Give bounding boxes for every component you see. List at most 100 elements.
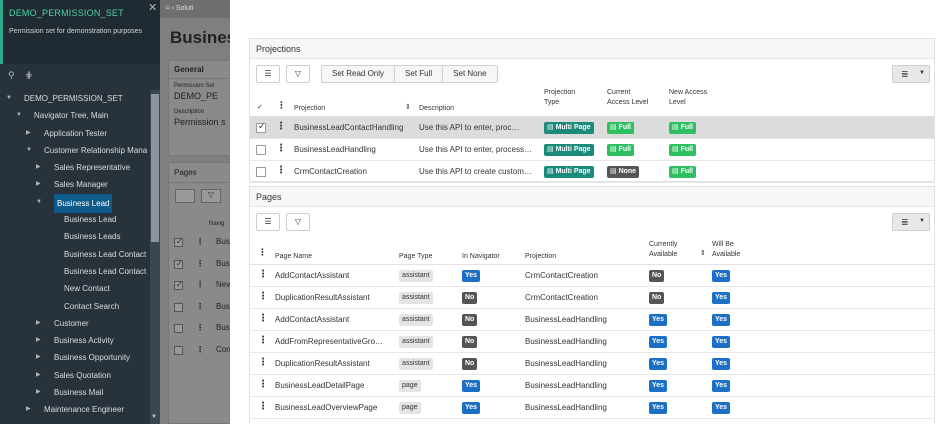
tree-node[interactable]: ▶ Sales Manager: [0, 176, 150, 193]
projection-column-header[interactable]: Projection: [294, 104, 325, 113]
sidebar-scrollbar[interactable]: ▼: [150, 90, 160, 424]
table-row[interactable]: ⋮ BusinessLeadOverviewPage page Yes Business…: [250, 397, 934, 419]
tree-node[interactable]: Business Lead Contact: [0, 246, 150, 263]
page-name-column-header[interactable]: Page Name: [275, 252, 312, 261]
new-access-badge[interactable]: ▤ Full: [669, 166, 697, 178]
chevron-right-icon[interactable]: ▶: [36, 384, 41, 401]
row-menu-icon[interactable]: ⋮: [258, 291, 268, 302]
will-be-available-header-2[interactable]: Available: [712, 250, 740, 259]
current-access-header-2[interactable]: Access Level: [607, 98, 648, 107]
set-none-button[interactable]: Set None: [442, 66, 496, 82]
list-icon[interactable]: [175, 189, 195, 203]
table-row[interactable]: ⋮ AddFromRepresentativeGro… assistant No Bus…: [250, 331, 934, 353]
column-menu-icon[interactable]: ⋮: [258, 248, 267, 257]
column-menu-icon[interactable]: ⋮: [277, 101, 286, 110]
list-icon[interactable]: ☰: [256, 213, 280, 231]
tree-node[interactable]: New Contact: [0, 280, 150, 297]
in-navigator-column-header[interactable]: In Navigator: [462, 252, 500, 261]
description-column-header[interactable]: Description: [419, 104, 454, 113]
tree-node[interactable]: ▼ Business Lead: [0, 193, 150, 214]
view-switcher[interactable]: ≣ ▼: [892, 213, 930, 231]
chevron-right-icon[interactable]: ▶: [36, 332, 41, 349]
chevron-right-icon[interactable]: ▶: [36, 349, 41, 366]
tree-node[interactable]: Business Leads: [0, 228, 150, 245]
table-row[interactable]: ⋮ AddContactAssistant assistant Yes CrmConta…: [250, 265, 934, 287]
scrollbar-thumb[interactable]: [151, 94, 159, 242]
projection-column-header[interactable]: Projection: [525, 252, 556, 261]
row-checkbox[interactable]: [174, 280, 183, 290]
table-row[interactable]: ⋮ BusinessLeadDetailPage page Yes BusinessLe…: [250, 375, 934, 397]
filter-icon[interactable]: ▽: [286, 65, 310, 83]
tree-node[interactable]: ▼ DEMO_PERMISSION_SET: [0, 90, 150, 107]
tree-node[interactable]: ▶ Sales Quotation: [0, 367, 150, 384]
row-menu-icon[interactable]: ⋮: [258, 335, 268, 346]
pin-icon[interactable]: ⚲: [8, 70, 15, 80]
table-row[interactable]: ⋮ DuplicationResultAssistant assistant No Bu…: [250, 353, 934, 375]
row-menu-icon[interactable]: ⋮: [196, 323, 204, 332]
filter-icon[interactable]: ▽: [286, 213, 310, 231]
tree-node[interactable]: ▶ Business Mail: [0, 384, 150, 401]
currently-available-header-1[interactable]: Currently: [649, 240, 677, 249]
filter-icon[interactable]: ▽: [201, 189, 221, 203]
tree-node[interactable]: ▶ Business Opportunity: [0, 349, 150, 366]
row-checkbox[interactable]: [256, 121, 266, 133]
row-menu-icon[interactable]: ⋮: [258, 379, 268, 390]
tree-node[interactable]: Business Lead: [0, 211, 150, 228]
tree-node[interactable]: ▼ Navigator Tree, Main: [0, 107, 150, 124]
row-checkbox[interactable]: [174, 302, 183, 312]
row-menu-icon[interactable]: ⋮: [258, 357, 268, 368]
view-switcher[interactable]: ≣ ▼: [892, 65, 930, 83]
chevron-right-icon[interactable]: ▶: [26, 401, 31, 418]
close-icon[interactable]: ✕: [148, 1, 157, 14]
will-be-available-header-1[interactable]: Will Be: [712, 240, 734, 249]
table-row[interactable]: ⋮ AddContactAssistant assistant No BusinessL…: [250, 309, 934, 331]
tree-node[interactable]: Contact Search: [0, 298, 150, 315]
tree-node[interactable]: ▶ Sales Representative: [0, 159, 150, 176]
tree-node[interactable]: ▶ Business Activity: [0, 332, 150, 349]
new-access-badge[interactable]: ▤ Full: [669, 144, 697, 156]
row-menu-icon[interactable]: ⋮: [196, 259, 204, 268]
row-menu-icon[interactable]: ⋮: [196, 345, 204, 354]
tree-node[interactable]: ▶ Maintenance Engineer: [0, 401, 150, 418]
chevron-down-icon[interactable]: ▼: [6, 90, 12, 107]
tree-node[interactable]: ▶ Application Tester: [0, 125, 150, 142]
tree-node[interactable]: ▼ Customer Relationship Mana: [0, 142, 150, 159]
chevron-right-icon[interactable]: ▶: [36, 367, 41, 384]
row-checkbox[interactable]: [256, 145, 266, 155]
bookmark-icon[interactable]: ⌑: [166, 5, 170, 12]
tree-icon[interactable]: ⋕: [25, 70, 33, 80]
scroll-down-icon[interactable]: ▼: [151, 414, 157, 420]
chevron-right-icon[interactable]: ▶: [36, 159, 41, 176]
currently-available-header-2[interactable]: Available: [649, 250, 677, 259]
row-menu-icon[interactable]: ⋮: [196, 280, 204, 289]
chevron-down-icon[interactable]: ▼: [26, 142, 32, 159]
row-menu-icon[interactable]: ⋮: [258, 269, 268, 280]
row-menu-icon[interactable]: ⋮: [258, 401, 268, 412]
chevron-down-icon[interactable]: ▼: [36, 194, 42, 211]
row-menu-icon[interactable]: ⋮: [276, 165, 286, 176]
table-row[interactable]: ⋮ BusinessLeadContactHandling Use this API…: [250, 117, 934, 139]
current-access-header-1[interactable]: Current: [607, 88, 630, 97]
table-row[interactable]: ⋮ CrmContactCreation Use this API to creat…: [250, 161, 934, 183]
chevron-right-icon[interactable]: ▶: [36, 176, 41, 193]
sort-icon[interactable]: ⇕: [700, 249, 706, 258]
chevron-right-icon[interactable]: ▶: [26, 125, 31, 142]
tree-node[interactable]: ▶ Customer: [0, 315, 150, 332]
row-menu-icon[interactable]: ⋮: [196, 302, 204, 311]
projection-type-header-1[interactable]: Projection: [544, 88, 575, 97]
chevron-down-icon[interactable]: ▼: [16, 107, 22, 124]
row-menu-icon[interactable]: ⋮: [276, 143, 286, 154]
row-checkbox[interactable]: [256, 167, 266, 177]
table-row[interactable]: ⋮ DuplicationResultAssistant assistant No Cr…: [250, 287, 934, 309]
select-all-check-icon[interactable]: ✓: [257, 103, 263, 112]
tree-node[interactable]: Business Lead Contact: [0, 263, 150, 280]
row-menu-icon[interactable]: ⋮: [258, 313, 268, 324]
row-menu-icon[interactable]: ⋮: [276, 121, 286, 132]
new-access-header-1[interactable]: New Access: [669, 88, 707, 97]
new-access-header-2[interactable]: Level: [669, 98, 686, 107]
new-access-badge[interactable]: ▤ Full: [669, 122, 697, 134]
projection-type-header-2[interactable]: Type: [544, 98, 559, 107]
sort-icon[interactable]: ⇕: [405, 103, 411, 112]
set-full-button[interactable]: Set Full: [394, 66, 442, 82]
set-read-only-button[interactable]: Set Read Only: [322, 66, 394, 82]
